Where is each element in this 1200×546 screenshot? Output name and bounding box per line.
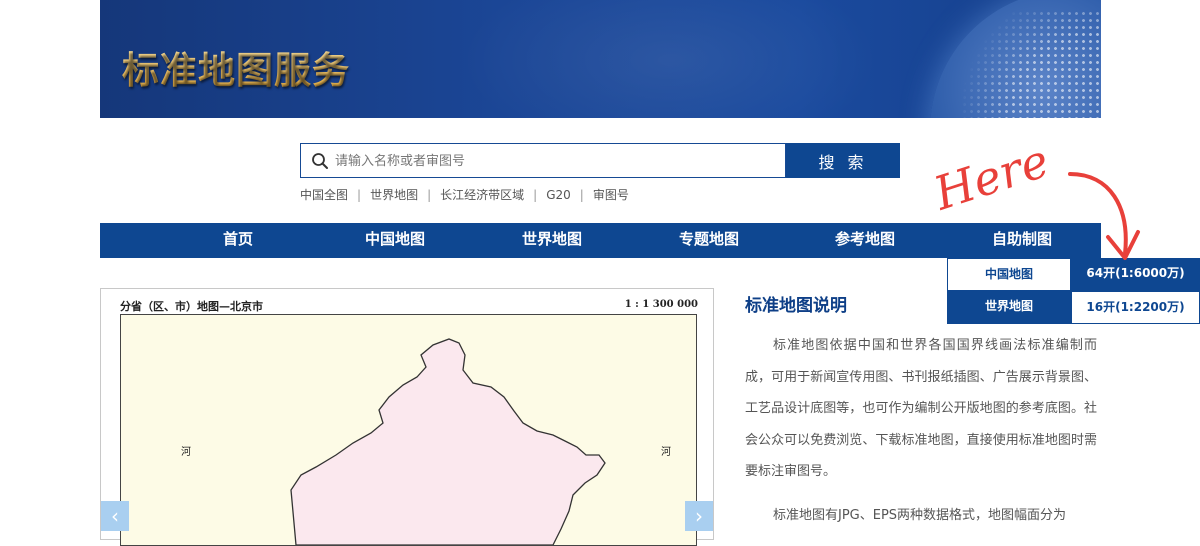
carousel-next-button[interactable]: ›: [685, 501, 713, 531]
beijing-region-shape: [290, 338, 606, 545]
map-image[interactable]: 河 河: [120, 314, 697, 546]
dropdown-item-china-size[interactable]: 64开(1:6000万): [1071, 258, 1200, 291]
main-nav: 首页 中国地图 世界地图 专题地图 参考地图 自助制图: [100, 223, 1101, 258]
search-button[interactable]: 搜 索: [786, 143, 900, 178]
nav-item-home[interactable]: 首页: [223, 223, 253, 258]
header-banner: 标准地图服务: [100, 0, 1101, 118]
nav-item-thematic-map[interactable]: 专题地图: [679, 223, 739, 258]
globe-dots: [940, 10, 1101, 118]
quick-link-world[interactable]: 世界地图: [370, 188, 418, 202]
site-title: 标准地图服务: [122, 40, 350, 94]
carousel-prev-button[interactable]: ‹: [101, 501, 129, 531]
map-label-right: 河: [661, 447, 671, 458]
search-bar: 搜 索: [300, 143, 900, 179]
description-paragraph-1: 标准地图依据中国和世界各国国界线画法标准编制而成，可用于新闻宣传用图、书刊报纸插…: [745, 338, 1097, 479]
separator: |: [357, 188, 362, 202]
dropdown-item-china-map[interactable]: 中国地图: [947, 258, 1071, 291]
quick-link-yangtze[interactable]: 长江经济带区域: [440, 188, 524, 202]
dropdown-row-world: 世界地图 16开(1:2200万): [947, 291, 1200, 324]
nav-item-china-map[interactable]: 中国地图: [365, 223, 425, 258]
separator: |: [533, 188, 538, 202]
description-paragraph-2: 标准地图有JPG、EPS两种数据格式，地图幅面分为: [773, 508, 1067, 523]
quick-links: 中国全图 | 世界地图 | 长江经济带区域 | G20 | 审图号: [300, 186, 629, 203]
dropdown-item-world-map[interactable]: 世界地图: [947, 291, 1071, 324]
custom-map-dropdown: 中国地图 64开(1:6000万) 世界地图 16开(1:2200万): [947, 258, 1200, 324]
search-icon: [312, 153, 328, 169]
search-box: [300, 143, 786, 179]
nav-item-world-map[interactable]: 世界地图: [522, 223, 582, 258]
quick-link-review-number[interactable]: 审图号: [593, 188, 629, 202]
map-scale: 1 : 1 300 000: [624, 299, 698, 310]
map-label-left: 河: [181, 447, 191, 458]
banner-glow: [460, 0, 880, 118]
quick-link-china[interactable]: 中国全图: [300, 188, 348, 202]
nav-item-custom-map[interactable]: 自助制图: [992, 223, 1052, 258]
separator: |: [427, 188, 432, 202]
map-title: 分省（区、市）地图—北京市: [120, 300, 263, 313]
dropdown-row-china: 中国地图 64开(1:6000万): [947, 258, 1200, 291]
dropdown-item-world-size[interactable]: 16开(1:2200万): [1071, 291, 1200, 324]
map-preview-panel: 分省（区、市）地图—北京市 1 : 1 300 000 河 河 ‹ ›: [100, 288, 714, 546]
arrowhead-icon: [1106, 230, 1140, 260]
nav-item-reference-map[interactable]: 参考地图: [835, 223, 895, 258]
separator: |: [579, 188, 584, 202]
description-title: 标准地图说明: [745, 296, 847, 316]
quick-link-g20[interactable]: G20: [546, 188, 571, 202]
annotation-text: Here: [927, 133, 1055, 221]
search-input[interactable]: [333, 144, 777, 179]
